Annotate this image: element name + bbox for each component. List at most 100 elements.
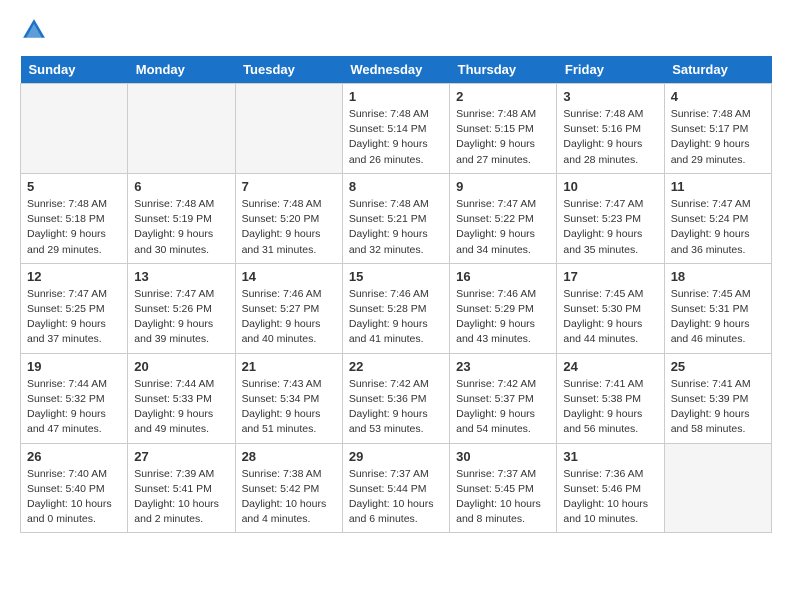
- date-number: 4: [671, 89, 765, 104]
- calendar-cell: 15 Sunrise: 7:46 AM Sunset: 5:28 PM Dayli…: [342, 263, 449, 353]
- header: [20, 16, 772, 44]
- cell-info: Sunrise: 7:46 AM Sunset: 5:29 PM Dayligh…: [456, 287, 550, 348]
- cell-info: Sunrise: 7:39 AM Sunset: 5:41 PM Dayligh…: [134, 467, 228, 528]
- cell-info: Sunrise: 7:44 AM Sunset: 5:33 PM Dayligh…: [134, 377, 228, 438]
- cell-info: Sunrise: 7:37 AM Sunset: 5:45 PM Dayligh…: [456, 467, 550, 528]
- date-number: 30: [456, 449, 550, 464]
- date-number: 25: [671, 359, 765, 374]
- page: SundayMondayTuesdayWednesdayThursdayFrid…: [0, 0, 792, 553]
- week-row-4: 19 Sunrise: 7:44 AM Sunset: 5:32 PM Dayli…: [21, 353, 772, 443]
- calendar-cell: 25 Sunrise: 7:41 AM Sunset: 5:39 PM Dayli…: [664, 353, 771, 443]
- date-number: 17: [563, 269, 657, 284]
- cell-info: Sunrise: 7:48 AM Sunset: 5:20 PM Dayligh…: [242, 197, 336, 258]
- calendar-cell: 9 Sunrise: 7:47 AM Sunset: 5:22 PM Daylig…: [450, 173, 557, 263]
- date-number: 7: [242, 179, 336, 194]
- day-header-wednesday: Wednesday: [342, 56, 449, 84]
- day-header-tuesday: Tuesday: [235, 56, 342, 84]
- calendar-cell: [21, 84, 128, 174]
- cell-info: Sunrise: 7:47 AM Sunset: 5:23 PM Dayligh…: [563, 197, 657, 258]
- date-number: 13: [134, 269, 228, 284]
- date-number: 12: [27, 269, 121, 284]
- calendar-cell: 22 Sunrise: 7:42 AM Sunset: 5:36 PM Dayli…: [342, 353, 449, 443]
- date-number: 16: [456, 269, 550, 284]
- cell-info: Sunrise: 7:46 AM Sunset: 5:27 PM Dayligh…: [242, 287, 336, 348]
- week-row-1: 1 Sunrise: 7:48 AM Sunset: 5:14 PM Daylig…: [21, 84, 772, 174]
- calendar-cell: 19 Sunrise: 7:44 AM Sunset: 5:32 PM Dayli…: [21, 353, 128, 443]
- logo-icon: [20, 16, 48, 44]
- cell-info: Sunrise: 7:48 AM Sunset: 5:21 PM Dayligh…: [349, 197, 443, 258]
- date-number: 6: [134, 179, 228, 194]
- cell-info: Sunrise: 7:47 AM Sunset: 5:24 PM Dayligh…: [671, 197, 765, 258]
- cell-info: Sunrise: 7:47 AM Sunset: 5:22 PM Dayligh…: [456, 197, 550, 258]
- calendar-cell: 13Sunrise: 7:47 AM Sunset: 5:26 PM Dayli…: [128, 263, 235, 353]
- calendar-cell: 24 Sunrise: 7:41 AM Sunset: 5:38 PM Dayli…: [557, 353, 664, 443]
- date-number: 8: [349, 179, 443, 194]
- date-number: 5: [27, 179, 121, 194]
- date-number: 22: [349, 359, 443, 374]
- calendar-cell: 14 Sunrise: 7:46 AM Sunset: 5:27 PM Dayli…: [235, 263, 342, 353]
- calendar-cell: 7 Sunrise: 7:48 AM Sunset: 5:20 PM Daylig…: [235, 173, 342, 263]
- week-row-2: 5 Sunrise: 7:48 AM Sunset: 5:18 PM Daylig…: [21, 173, 772, 263]
- calendar-cell: [664, 443, 771, 533]
- date-number: 15: [349, 269, 443, 284]
- calendar-cell: [128, 84, 235, 174]
- date-number: 19: [27, 359, 121, 374]
- calendar-cell: 31 Sunrise: 7:36 AM Sunset: 5:46 PM Dayli…: [557, 443, 664, 533]
- cell-info: Sunrise: 7:38 AM Sunset: 5:42 PM Dayligh…: [242, 467, 336, 528]
- calendar-cell: 18Sunrise: 7:45 AM Sunset: 5:31 PM Dayli…: [664, 263, 771, 353]
- cell-info: Sunrise: 7:44 AM Sunset: 5:32 PM Dayligh…: [27, 377, 121, 438]
- day-header-saturday: Saturday: [664, 56, 771, 84]
- date-number: 10: [563, 179, 657, 194]
- day-header-monday: Monday: [128, 56, 235, 84]
- calendar-cell: 28 Sunrise: 7:38 AM Sunset: 5:42 PM Dayli…: [235, 443, 342, 533]
- date-number: 31: [563, 449, 657, 464]
- date-number: 24: [563, 359, 657, 374]
- date-number: 21: [242, 359, 336, 374]
- date-number: 3: [563, 89, 657, 104]
- day-header-friday: Friday: [557, 56, 664, 84]
- date-number: 28: [242, 449, 336, 464]
- cell-info: Sunrise: 7:41 AM Sunset: 5:39 PM Dayligh…: [671, 377, 765, 438]
- calendar-cell: 27 Sunrise: 7:39 AM Sunset: 5:41 PM Dayli…: [128, 443, 235, 533]
- calendar-cell: 11 Sunrise: 7:47 AM Sunset: 5:24 PM Dayli…: [664, 173, 771, 263]
- calendar-cell: 29 Sunrise: 7:37 AM Sunset: 5:44 PM Dayli…: [342, 443, 449, 533]
- calendar-cell: 17Sunrise: 7:45 AM Sunset: 5:30 PM Dayli…: [557, 263, 664, 353]
- cell-info: Sunrise: 7:48 AM Sunset: 5:19 PM Dayligh…: [134, 197, 228, 258]
- calendar-cell: 26 Sunrise: 7:40 AM Sunset: 5:40 PM Dayli…: [21, 443, 128, 533]
- calendar-cell: 23Sunrise: 7:42 AM Sunset: 5:37 PM Dayli…: [450, 353, 557, 443]
- calendar-table: SundayMondayTuesdayWednesdayThursdayFrid…: [20, 56, 772, 533]
- calendar-cell: 4 Sunrise: 7:48 AM Sunset: 5:17 PM Daylig…: [664, 84, 771, 174]
- cell-info: Sunrise: 7:47 AM Sunset: 5:25 PM Dayligh…: [27, 287, 121, 348]
- cell-info: Sunrise: 7:37 AM Sunset: 5:44 PM Dayligh…: [349, 467, 443, 528]
- calendar-cell: 1 Sunrise: 7:48 AM Sunset: 5:14 PM Daylig…: [342, 84, 449, 174]
- calendar-cell: 3Sunrise: 7:48 AM Sunset: 5:16 PM Daylig…: [557, 84, 664, 174]
- date-number: 20: [134, 359, 228, 374]
- calendar-cell: 2Sunrise: 7:48 AM Sunset: 5:15 PM Daylig…: [450, 84, 557, 174]
- date-number: 11: [671, 179, 765, 194]
- date-number: 9: [456, 179, 550, 194]
- cell-info: Sunrise: 7:43 AM Sunset: 5:34 PM Dayligh…: [242, 377, 336, 438]
- calendar-cell: 20 Sunrise: 7:44 AM Sunset: 5:33 PM Dayli…: [128, 353, 235, 443]
- day-header-sunday: Sunday: [21, 56, 128, 84]
- cell-info: Sunrise: 7:42 AM Sunset: 5:37 PM Dayligh…: [456, 377, 550, 438]
- cell-info: Sunrise: 7:48 AM Sunset: 5:14 PM Dayligh…: [349, 107, 443, 168]
- cell-info: Sunrise: 7:46 AM Sunset: 5:28 PM Dayligh…: [349, 287, 443, 348]
- calendar-cell: 12 Sunrise: 7:47 AM Sunset: 5:25 PM Dayli…: [21, 263, 128, 353]
- cell-info: Sunrise: 7:36 AM Sunset: 5:46 PM Dayligh…: [563, 467, 657, 528]
- cell-info: Sunrise: 7:45 AM Sunset: 5:31 PM Dayligh…: [671, 287, 765, 348]
- date-number: 2: [456, 89, 550, 104]
- date-number: 26: [27, 449, 121, 464]
- calendar-cell: 5 Sunrise: 7:48 AM Sunset: 5:18 PM Daylig…: [21, 173, 128, 263]
- cell-info: Sunrise: 7:42 AM Sunset: 5:36 PM Dayligh…: [349, 377, 443, 438]
- date-number: 29: [349, 449, 443, 464]
- day-header-thursday: Thursday: [450, 56, 557, 84]
- cell-info: Sunrise: 7:41 AM Sunset: 5:38 PM Dayligh…: [563, 377, 657, 438]
- date-number: 14: [242, 269, 336, 284]
- date-number: 27: [134, 449, 228, 464]
- cell-info: Sunrise: 7:40 AM Sunset: 5:40 PM Dayligh…: [27, 467, 121, 528]
- logo: [20, 16, 52, 44]
- cell-info: Sunrise: 7:48 AM Sunset: 5:18 PM Dayligh…: [27, 197, 121, 258]
- date-number: 1: [349, 89, 443, 104]
- week-row-5: 26 Sunrise: 7:40 AM Sunset: 5:40 PM Dayli…: [21, 443, 772, 533]
- cell-info: Sunrise: 7:48 AM Sunset: 5:17 PM Dayligh…: [671, 107, 765, 168]
